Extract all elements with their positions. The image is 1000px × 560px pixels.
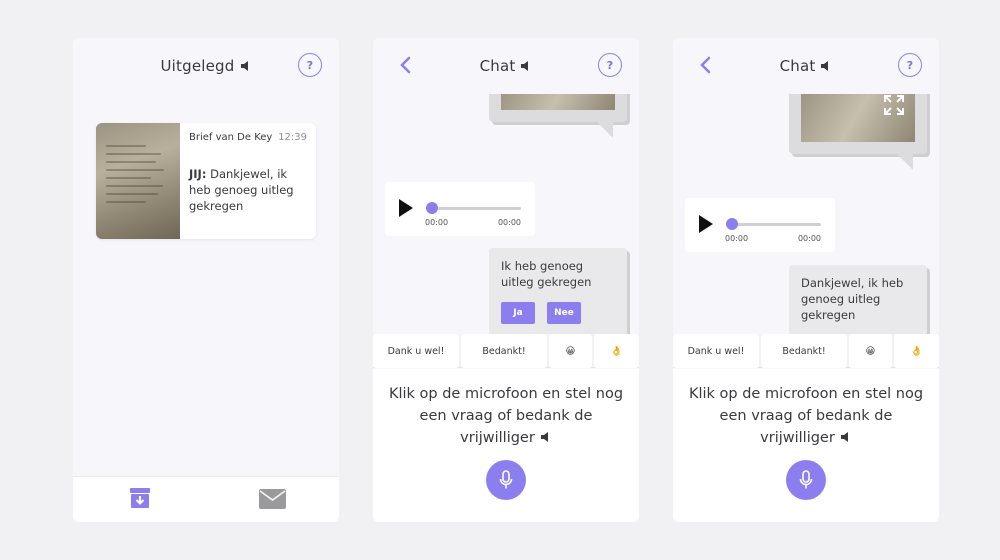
question-text: Ik heb genoeg uitleg gekregen <box>501 259 592 289</box>
microphone-icon <box>799 470 813 489</box>
quick-reply-bedankt[interactable]: Bedankt! <box>461 334 547 368</box>
screen-uitgelegd: Uitgelegd ? Brief van De Key 12:39 JIJ: … <box>73 38 339 522</box>
header: Uitgelegd ? <box>73 38 339 94</box>
header: Chat ? <box>373 38 639 94</box>
instruction-label: Klik op de microfoon en stel nog een vra… <box>388 386 624 446</box>
last-message: JIJ: Dankjewel, ik heb genoeg uitleg gek… <box>189 166 307 214</box>
answer-buttons: Ja Nee <box>501 302 615 324</box>
quick-replies: Dank u wel! Bedankt! 😀 👌 <box>373 334 639 368</box>
quick-reply-smile-emoji[interactable]: 😀 <box>849 334 892 368</box>
play-icon[interactable] <box>399 199 413 217</box>
archive-download-icon[interactable] <box>129 487 151 509</box>
quick-reply-smile-emoji[interactable]: 😀 <box>549 334 592 368</box>
reply-bubble: Dankjewel, ik heb genoeg uitleg gekregen <box>789 265 927 336</box>
voice-input-panel: Klik op de microfoon en stel nog een vra… <box>373 369 639 522</box>
quick-replies: Dank u wel! Bedankt! 😀 👌 <box>673 334 939 368</box>
audio-current-time: 00:00 <box>725 234 749 243</box>
help-button[interactable]: ? <box>598 53 622 77</box>
microphone-button[interactable] <box>486 460 526 500</box>
page-title: Uitgelegd <box>160 57 235 75</box>
letter-card[interactable]: Brief van De Key 12:39 JIJ: Dankjewel, i… <box>96 123 316 239</box>
no-button[interactable]: Nee <box>547 302 581 324</box>
quick-reply-ok-hand-emoji[interactable]: 👌 <box>594 334 639 368</box>
quick-reply-bedankt[interactable]: Bedankt! <box>761 334 847 368</box>
help-button[interactable]: ? <box>298 53 322 77</box>
audio-player: 00:00 00:00 <box>385 182 535 236</box>
page-title: Chat <box>479 57 516 75</box>
yes-button[interactable]: Ja <box>501 302 535 324</box>
expand-icon[interactable] <box>883 94 905 116</box>
reply-text: Dankjewel, ik heb genoeg uitleg gekregen <box>801 276 904 322</box>
audio-scrubber[interactable] <box>426 202 438 214</box>
screen-chat-thanks: Chat ? 00:00 00:00 Dankjewel, ik heb gen… <box>673 38 939 522</box>
audio-scrubber[interactable] <box>726 218 738 230</box>
audio-current-time: 00:00 <box>425 218 449 227</box>
bottom-nav <box>73 476 339 522</box>
instruction-text: Klik op de microfoon en stel nog een vra… <box>383 383 629 449</box>
message-author: JIJ: <box>189 167 207 181</box>
audio-duration: 00:00 <box>497 218 521 227</box>
question-bubble: Ik heb genoeg uitleg gekregen Ja Nee <box>489 248 627 336</box>
bubble-tail <box>897 154 913 170</box>
speaker-icon[interactable] <box>840 431 852 443</box>
letter-thumbnail <box>96 123 180 239</box>
letter-photo <box>501 94 615 110</box>
photo-bubble[interactable] <box>489 94 627 138</box>
envelope-icon[interactable] <box>259 489 286 509</box>
letter-time: 12:39 <box>278 132 307 143</box>
letter-sender: Brief van De Key <box>189 132 273 143</box>
microphone-button[interactable] <box>786 460 826 500</box>
screen-chat-question: Chat ? 00:00 00:00 Ik heb genoeg uitleg … <box>373 38 639 522</box>
speaker-icon[interactable] <box>820 60 832 72</box>
photo-bubble[interactable] <box>789 94 927 170</box>
speaker-icon[interactable] <box>520 60 532 72</box>
play-icon[interactable] <box>699 215 713 233</box>
speaker-icon[interactable] <box>240 60 252 72</box>
bubble-tail <box>597 122 613 138</box>
page-title: Chat <box>779 57 816 75</box>
quick-reply-ok-hand-emoji[interactable]: 👌 <box>894 334 939 368</box>
voice-input-panel: Klik op de microfoon en stel nog een vra… <box>673 369 939 522</box>
help-button[interactable]: ? <box>898 53 922 77</box>
audio-player: 00:00 00:00 <box>685 198 835 252</box>
back-chevron-icon[interactable] <box>395 53 417 77</box>
audio-progress-track[interactable] <box>731 223 821 226</box>
audio-duration: 00:00 <box>797 234 821 243</box>
speaker-icon[interactable] <box>540 431 552 443</box>
instruction-label: Klik op de microfoon en stel nog een vra… <box>688 386 924 446</box>
audio-progress-track[interactable] <box>431 207 521 210</box>
quick-reply-dank-u-wel[interactable]: Dank u wel! <box>673 334 759 368</box>
instruction-text: Klik op de microfoon en stel nog een vra… <box>683 383 929 449</box>
chat-area[interactable]: 00:00 00:00 Ik heb genoeg uitleg gekrege… <box>373 94 639 336</box>
quick-reply-dank-u-wel[interactable]: Dank u wel! <box>373 334 459 368</box>
chat-area[interactable]: 00:00 00:00 Dankjewel, ik heb genoeg uit… <box>673 94 939 336</box>
header: Chat ? <box>673 38 939 94</box>
microphone-icon <box>499 470 513 489</box>
back-chevron-icon[interactable] <box>695 53 717 77</box>
